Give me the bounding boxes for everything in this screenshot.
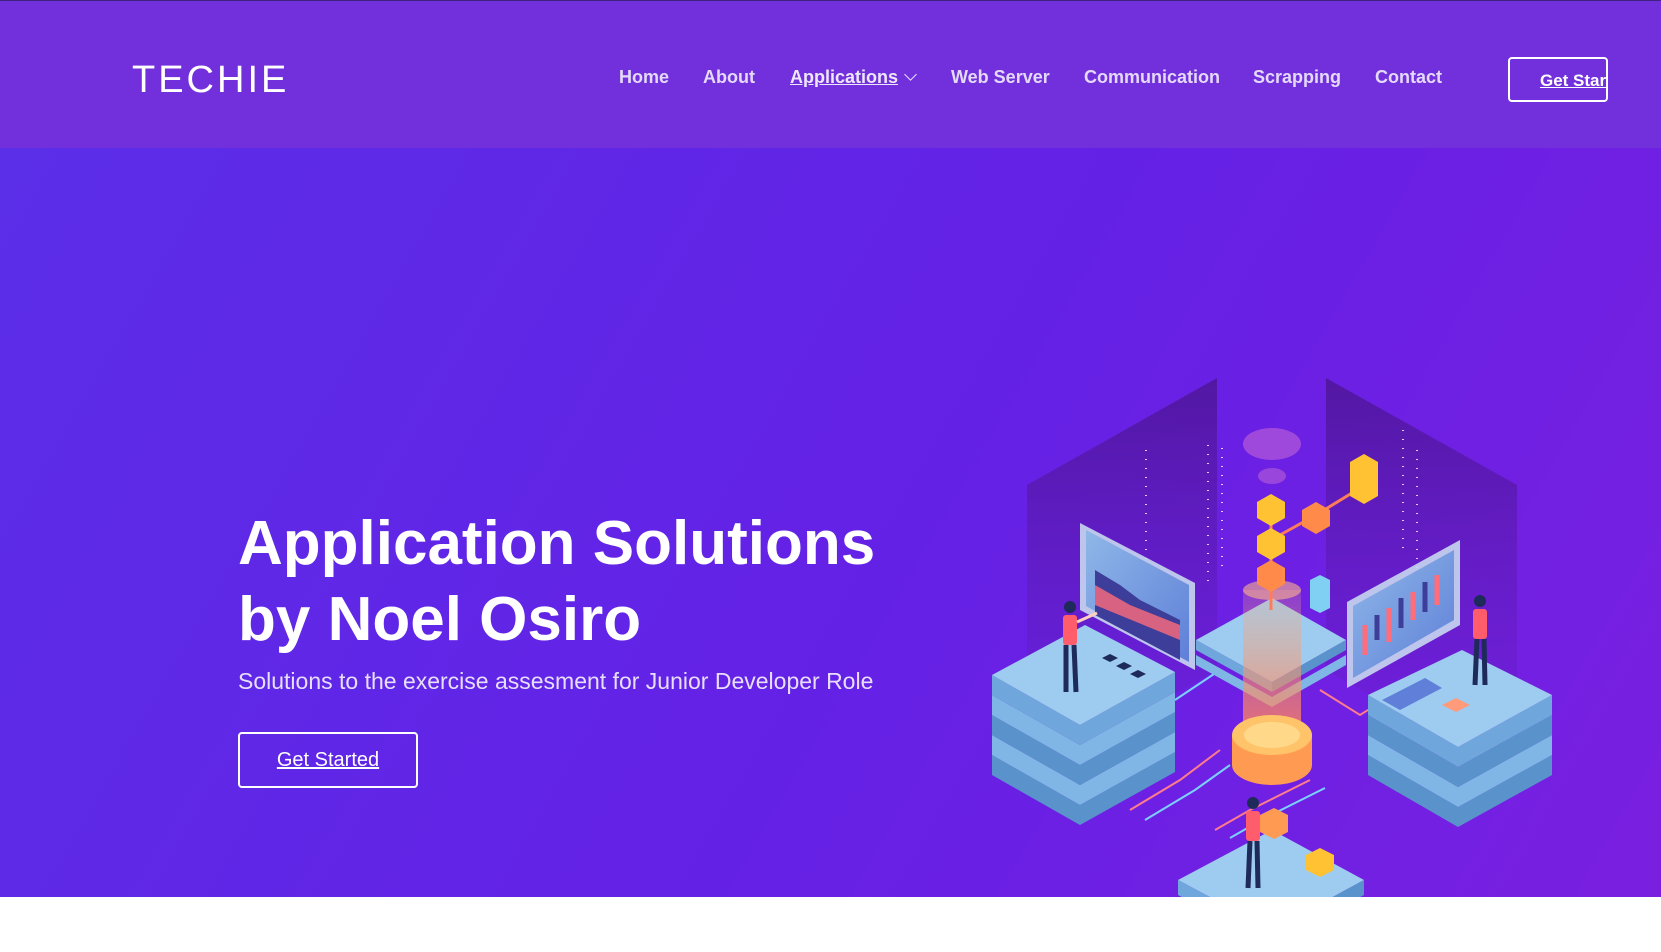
site-header: TECHIE Home About Applications Web Serve… — [0, 1, 1661, 148]
floating-disc-small — [1258, 468, 1286, 484]
nav-applications[interactable]: Applications — [790, 67, 917, 88]
nav-contact[interactable]: Contact — [1375, 67, 1442, 88]
chevron-down-icon — [904, 68, 917, 81]
page-bottom-strip — [0, 897, 1661, 952]
nav-applications-label: Applications — [790, 67, 899, 87]
nav-home[interactable]: Home — [619, 67, 669, 88]
hero-title-line1: Application Solutions — [238, 509, 876, 578]
hero-title: Application Solutions by Noel Osiro — [238, 506, 958, 658]
nav-web-server[interactable]: Web Server — [951, 67, 1050, 88]
site-logo[interactable]: TECHIE — [132, 59, 289, 102]
nav-communication[interactable]: Communication — [1084, 67, 1220, 88]
tube-base — [1232, 715, 1312, 785]
get-started-button[interactable]: Get Started — [238, 732, 418, 788]
hero-title-line2: by Noel Osiro — [238, 585, 642, 654]
floating-disc-large — [1243, 428, 1301, 460]
nav-scrapping[interactable]: Scrapping — [1253, 67, 1341, 88]
nav-about[interactable]: About — [703, 67, 755, 88]
header-get-started-button[interactable]: Get Started — [1508, 57, 1608, 102]
bottom-server — [1178, 808, 1364, 900]
hero-subtitle: Solutions to the exercise assesment for … — [238, 668, 874, 694]
hero-illustration — [992, 378, 1552, 900]
